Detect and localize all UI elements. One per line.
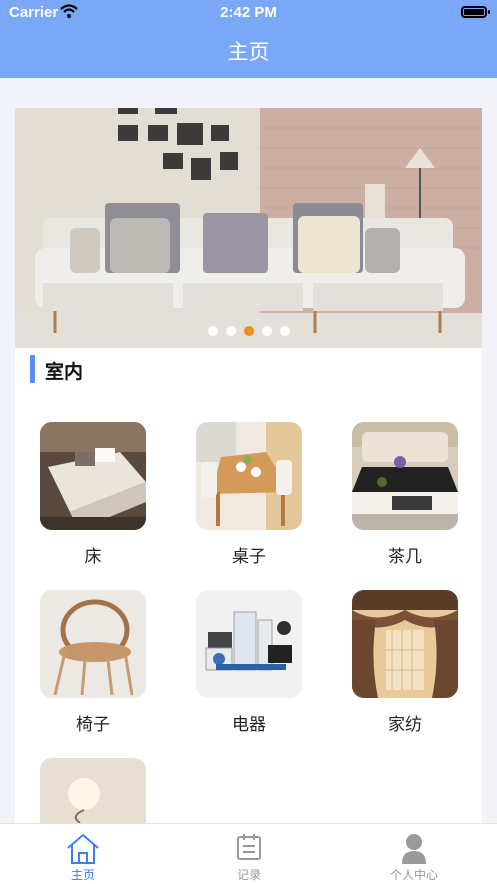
category-tile-coffee-table[interactable] — [352, 422, 458, 530]
category-tile-table[interactable] — [196, 422, 302, 530]
person-icon — [402, 834, 426, 864]
tab-label: 个人中心 — [389, 868, 438, 882]
living-room-banner-image — [15, 108, 482, 348]
section-accent-bar — [30, 355, 35, 383]
appliances-image — [196, 590, 302, 698]
category-tile-bed[interactable] — [40, 422, 146, 530]
carousel-page-indicator[interactable] — [15, 326, 482, 336]
bed-image — [40, 422, 146, 530]
banner-carousel[interactable] — [15, 108, 482, 348]
tab-label: 主页 — [70, 868, 95, 882]
category-tile-lamp[interactable] — [40, 758, 146, 823]
top-navigation-bar: Carrier 2:42 PM 主页 — [0, 0, 497, 78]
carousel-dot[interactable] — [261, 326, 272, 336]
category-tile-chair[interactable] — [40, 590, 146, 698]
tab-home[interactable]: 主页 — [0, 824, 166, 884]
section-title: 室内 — [45, 361, 84, 383]
carousel-dot-active[interactable] — [243, 326, 254, 336]
category-label: 桌子 — [232, 547, 266, 567]
category-label: 椅子 — [76, 715, 110, 735]
chair-image — [40, 590, 146, 698]
battery-icon — [461, 6, 490, 18]
tab-label: 记录 — [236, 868, 261, 882]
home-icon — [67, 834, 99, 864]
category-label: 茶几 — [388, 547, 422, 567]
category-label: 家纺 — [388, 715, 422, 735]
status-bar: Carrier 2:42 PM — [0, 0, 497, 26]
clock: 2:42 PM — [220, 4, 277, 21]
carousel-dot[interactable] — [279, 326, 290, 336]
tab-profile[interactable]: 个人中心 — [331, 824, 497, 884]
page-title: 主页 — [227, 40, 270, 64]
category-label: 电器 — [232, 715, 266, 735]
dining-table-image — [196, 422, 302, 530]
category-tile-textiles[interactable] — [352, 590, 458, 698]
category-tile-appliances[interactable] — [196, 590, 302, 698]
carousel-dot[interactable] — [207, 326, 218, 336]
bottom-tab-bar: 主页 记录 个人中心 — [0, 823, 497, 884]
calendar-icon — [237, 834, 261, 860]
carousel-dot[interactable] — [225, 326, 236, 336]
lamp-image — [40, 758, 146, 823]
tab-records[interactable]: 记录 — [166, 824, 332, 884]
coffee-table-image — [352, 422, 458, 530]
category-label: 床 — [84, 547, 102, 567]
curtain-image — [352, 590, 458, 698]
